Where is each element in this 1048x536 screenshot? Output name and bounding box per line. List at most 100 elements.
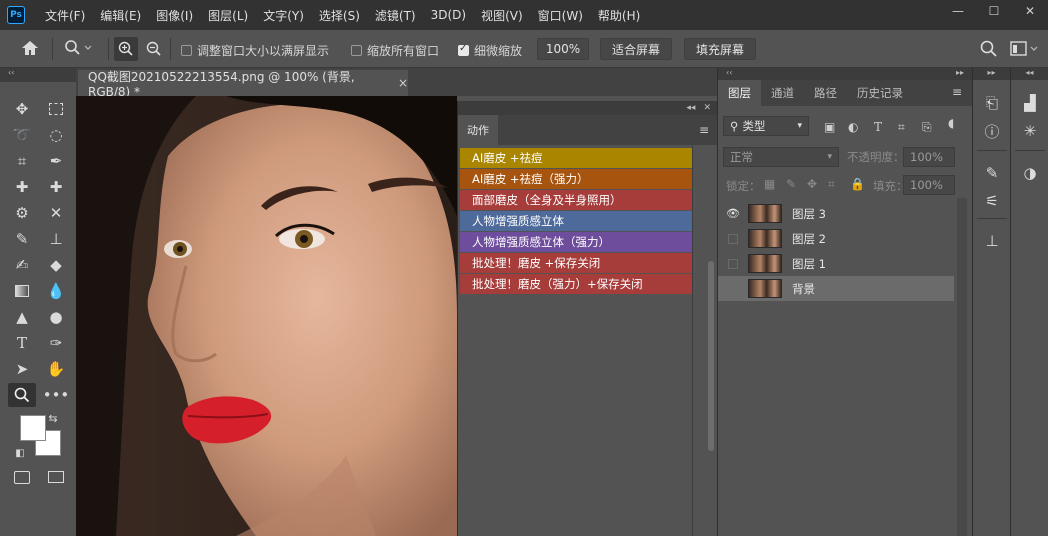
patch-tool[interactable]: ✚ bbox=[42, 175, 70, 199]
menu-filter[interactable]: 滤镜(T) bbox=[375, 7, 416, 24]
menu-window[interactable]: 窗口(W) bbox=[538, 7, 583, 24]
history-brush-tool[interactable]: ✍ bbox=[8, 253, 36, 277]
filter-adjustment-icon[interactable]: ◐ bbox=[848, 120, 858, 134]
screen-mode-button[interactable] bbox=[42, 465, 70, 489]
fill-screen-button[interactable]: 填充屏幕 bbox=[684, 38, 756, 60]
eraser-tool[interactable]: ◆ bbox=[42, 253, 70, 277]
resize-windows-checkbox[interactable] bbox=[181, 45, 192, 56]
clone-source-icon[interactable]: ⊥ bbox=[973, 228, 1011, 254]
layer-filter-select[interactable]: ⚲ 类型 ▾ bbox=[723, 116, 809, 136]
layer-row[interactable]: 背景 bbox=[718, 276, 954, 301]
navigator-icon[interactable]: ✳ bbox=[1011, 118, 1048, 144]
filter-type-icon[interactable]: T bbox=[874, 120, 882, 134]
zoom-all-checkbox[interactable] bbox=[351, 45, 362, 56]
actions-scrollbar[interactable] bbox=[708, 261, 714, 451]
tab-history[interactable]: 历史记录 bbox=[847, 80, 913, 106]
type-tool[interactable]: T bbox=[8, 331, 36, 355]
tools-panel-collapse[interactable]: ‹‹ bbox=[0, 68, 76, 82]
maximize-button[interactable]: ☐ bbox=[976, 0, 1012, 22]
home-button[interactable] bbox=[20, 39, 40, 57]
blend-mode-select[interactable]: 正常 ▾ bbox=[723, 147, 839, 167]
lock-all-icon[interactable]: 🔒 bbox=[850, 177, 865, 191]
path-selection-tool[interactable]: ➤ bbox=[8, 357, 36, 381]
document-canvas[interactable] bbox=[76, 96, 457, 536]
menu-type[interactable]: 文字(Y) bbox=[263, 7, 304, 24]
hand-tool[interactable]: ✋ bbox=[42, 357, 70, 381]
crop-tool[interactable]: ⌗ bbox=[8, 149, 36, 173]
healing-brush-tool[interactable]: ✚ bbox=[8, 175, 36, 199]
minimize-button[interactable]: — bbox=[940, 0, 976, 22]
panel-menu-icon[interactable]: ≡ bbox=[952, 85, 962, 99]
adjustments-icon[interactable]: ⚟ bbox=[973, 188, 1011, 214]
eyedropper-tool[interactable]: ✒ bbox=[42, 149, 70, 173]
tab-paths[interactable]: 路径 bbox=[804, 80, 847, 106]
dodge-tool[interactable]: ● bbox=[42, 305, 70, 329]
info-icon[interactable]: ⓘ bbox=[973, 118, 1011, 144]
fit-screen-button[interactable]: 适合屏幕 bbox=[600, 38, 672, 60]
content-aware-move-tool[interactable]: ✕ bbox=[42, 201, 70, 225]
clone-stamp-tool[interactable]: ⊥ bbox=[42, 227, 70, 251]
layer-row[interactable]: 图层 1 bbox=[718, 251, 954, 276]
layers-scrollbar[interactable] bbox=[957, 198, 967, 536]
tab-layers[interactable]: 图层 bbox=[718, 80, 761, 106]
document-tab[interactable]: QQ截图20210522213554.png @ 100% (背景, RGB/8… bbox=[78, 70, 408, 99]
lock-pixels-icon[interactable]: ✎ bbox=[786, 177, 796, 191]
tab-channels[interactable]: 通道 bbox=[761, 80, 804, 106]
quick-selection-tool[interactable]: ◌ bbox=[42, 123, 70, 147]
action-item[interactable]: 人物增强质感立体（强力） bbox=[460, 232, 692, 252]
action-item[interactable]: 批处理！磨皮 +保存关闭 bbox=[460, 253, 692, 273]
zoom-tool[interactable] bbox=[8, 383, 36, 407]
close-icon[interactable]: ✕ bbox=[703, 103, 711, 113]
menu-image[interactable]: 图像(I) bbox=[156, 7, 193, 24]
sharpen-tool[interactable]: ▲ bbox=[8, 305, 36, 329]
pen-tool[interactable]: ✑ bbox=[42, 331, 70, 355]
action-item[interactable]: 批处理！磨皮（强力）+保存关闭 bbox=[460, 274, 692, 294]
search-button[interactable] bbox=[980, 40, 998, 58]
menu-view[interactable]: 视图(V) bbox=[481, 7, 523, 24]
histogram-icon[interactable]: ▟ bbox=[1011, 90, 1048, 116]
zoom-all-option[interactable]: 缩放所有窗口 bbox=[351, 42, 439, 59]
action-item[interactable]: AI磨皮 +祛痘（强力） bbox=[460, 169, 692, 189]
visibility-toggle[interactable] bbox=[728, 283, 738, 294]
default-colors-button[interactable]: ◧ bbox=[12, 446, 28, 460]
move-tool[interactable]: ✥ bbox=[8, 97, 36, 121]
libraries-icon[interactable]: ⎗ bbox=[973, 90, 1011, 116]
quick-mask-button[interactable] bbox=[8, 465, 36, 489]
lock-position-icon[interactable]: ✥ bbox=[807, 177, 817, 191]
brush-tool[interactable]: ✎ bbox=[8, 227, 36, 251]
properties-icon[interactable]: ◑ bbox=[1011, 160, 1048, 186]
lock-transparent-icon[interactable]: ▦ bbox=[764, 177, 775, 191]
filter-toggle-icon[interactable]: ◖ bbox=[948, 116, 954, 130]
resize-windows-option[interactable]: 调整窗口大小以满屏显示 bbox=[181, 42, 329, 59]
layer-row[interactable]: 👁 图层 3 bbox=[718, 201, 954, 226]
close-button[interactable]: ✕ bbox=[1012, 0, 1048, 22]
swap-colors-button[interactable]: ⇆ bbox=[44, 410, 62, 426]
scrubby-zoom-checkbox[interactable] bbox=[458, 43, 469, 56]
filter-shape-icon[interactable]: ⌗ bbox=[898, 120, 905, 135]
zoom-in-button[interactable] bbox=[114, 37, 138, 61]
workspace-button[interactable] bbox=[1010, 40, 1040, 58]
filter-pixel-icon[interactable]: ▣ bbox=[824, 120, 835, 134]
layer-row[interactable]: 图层 2 bbox=[718, 226, 954, 251]
tab-actions[interactable]: 动作 bbox=[458, 115, 498, 145]
zoom-level-field[interactable]: 100% bbox=[537, 38, 589, 60]
filter-smart-object-icon[interactable]: ⎘ bbox=[922, 120, 932, 135]
menu-help[interactable]: 帮助(H) bbox=[598, 7, 640, 24]
more-tools[interactable]: ••• bbox=[42, 383, 70, 407]
lasso-tool[interactable]: ➰ bbox=[8, 123, 36, 147]
zoom-tool-preset[interactable] bbox=[64, 39, 94, 57]
scrubby-zoom-option[interactable]: 细微缩放 bbox=[458, 42, 522, 59]
panel-menu-icon[interactable]: ≡ bbox=[699, 123, 709, 137]
gradient-tool[interactable] bbox=[8, 279, 36, 303]
eye-icon[interactable]: 👁 bbox=[718, 207, 748, 220]
action-item[interactable]: 人物增强质感立体 bbox=[460, 211, 692, 231]
lock-artboard-icon[interactable]: ⌗ bbox=[828, 177, 835, 192]
action-item[interactable]: 面部磨皮（全身及半身照用） bbox=[460, 190, 692, 210]
marquee-tool[interactable] bbox=[42, 97, 70, 121]
menu-select[interactable]: 选择(S) bbox=[319, 7, 360, 24]
document-close-icon[interactable]: × bbox=[398, 76, 408, 90]
menu-file[interactable]: 文件(F) bbox=[45, 7, 85, 24]
fill-field[interactable]: 100% bbox=[903, 175, 955, 195]
brush-settings-icon[interactable]: ✎ bbox=[973, 160, 1011, 186]
menu-edit[interactable]: 编辑(E) bbox=[100, 7, 141, 24]
